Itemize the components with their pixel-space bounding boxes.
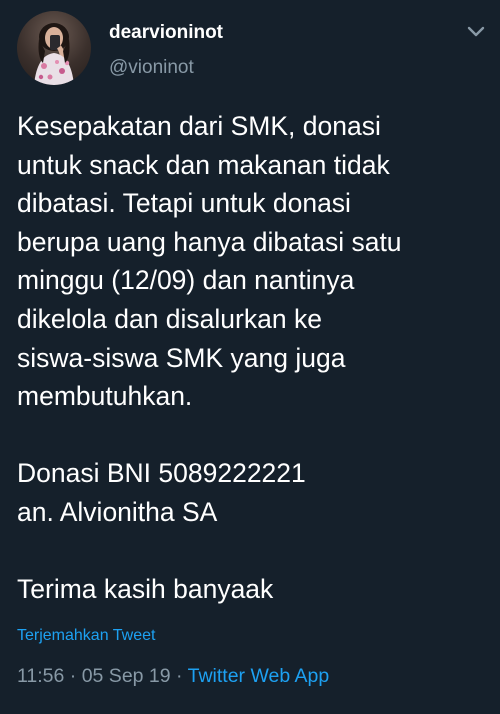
meta-separator: ·: [170, 665, 188, 687]
meta-separator: ·: [64, 665, 82, 687]
avatar[interactable]: [17, 11, 91, 85]
tweet: dearvioninot @vioninot Kesepakatan dari …: [0, 0, 500, 714]
tweet-source-link[interactable]: Twitter Web App: [188, 665, 330, 687]
translate-tweet-link[interactable]: Terjemahkan Tweet: [17, 627, 155, 645]
avatar-image: [34, 23, 74, 85]
user-handle[interactable]: @vioninot: [109, 57, 194, 79]
display-name[interactable]: dearvioninot: [109, 22, 223, 44]
chevron-down-icon[interactable]: [466, 24, 486, 40]
tweet-time[interactable]: 11:56: [17, 665, 64, 687]
tweet-meta: 11:56 · 05 Sep 19 · Twitter Web App: [17, 665, 329, 688]
tweet-text: Kesepakatan dari SMK, donasi untuk snack…: [17, 111, 402, 605]
tweet-date[interactable]: 05 Sep 19: [82, 665, 171, 687]
